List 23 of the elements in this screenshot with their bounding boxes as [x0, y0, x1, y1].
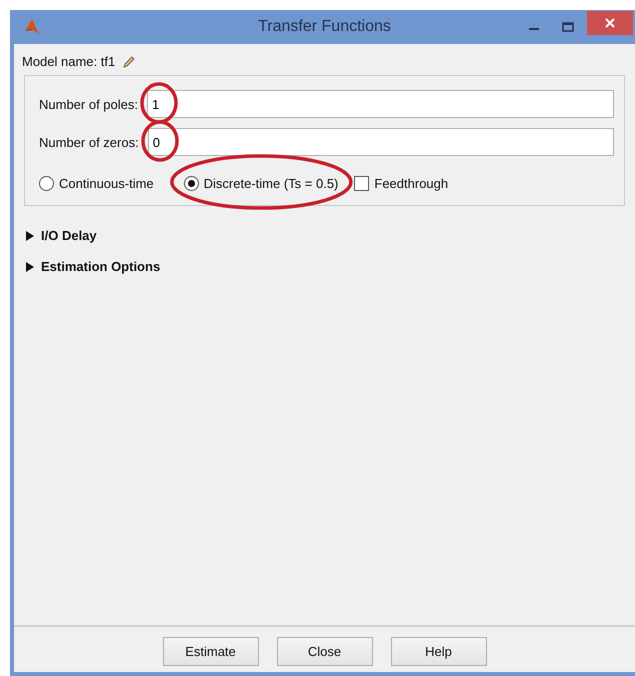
app-logo-icon: [24, 18, 40, 36]
number-field[interactable]: 1: [147, 90, 614, 118]
dialog-button[interactable]: Estimate: [162, 637, 258, 666]
dialog-button[interactable]: Help: [390, 637, 486, 666]
number-field[interactable]: 0: [148, 128, 614, 156]
collapsed-arrow-icon: [26, 230, 34, 240]
model-name-label: Model name: tf1: [22, 54, 116, 69]
close-icon[interactable]: [587, 11, 633, 35]
radio-option[interactable]: Continuous-time: [39, 176, 154, 191]
section-toggle[interactable]: I/O Delay: [26, 228, 97, 243]
field-label: Number of poles:: [39, 96, 138, 112]
feedthrough-checkbox[interactable]: Feedthrough: [354, 176, 448, 191]
collapsed-arrow-icon: [26, 262, 34, 272]
section-toggle[interactable]: Estimation Options: [26, 259, 160, 274]
highlight-circle: [140, 82, 178, 124]
maximize-icon: [562, 22, 574, 32]
checkbox[interactable]: [354, 176, 370, 191]
radio-button[interactable]: [184, 176, 199, 191]
pencil-icon[interactable]: [123, 56, 136, 68]
radio-button[interactable]: [39, 176, 54, 191]
dialog-button[interactable]: Close: [276, 637, 372, 666]
window-title: Transfer Functions: [258, 18, 391, 36]
field-label: Number of zeros:: [39, 134, 139, 150]
